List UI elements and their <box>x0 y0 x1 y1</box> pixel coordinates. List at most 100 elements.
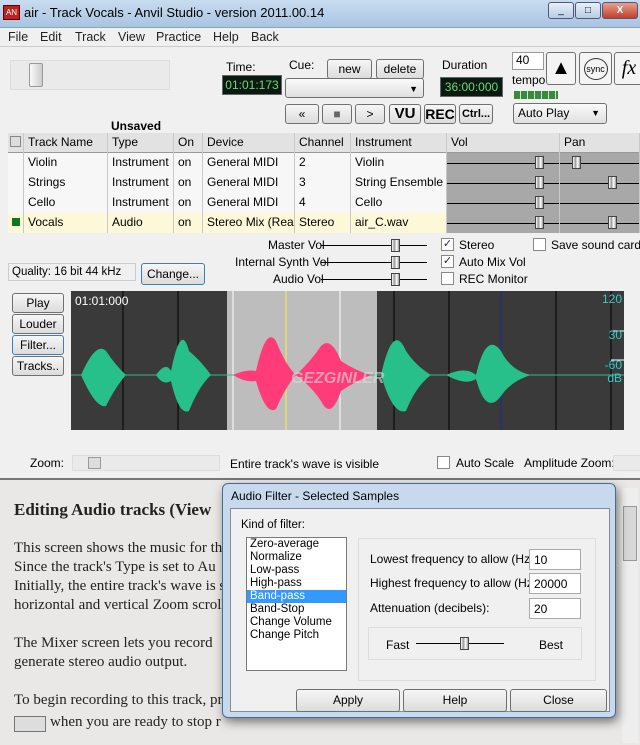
cue-delete-button[interactable]: delete <box>376 59 424 79</box>
filter-option[interactable]: Zero-average <box>247 538 346 551</box>
pan-slider[interactable] <box>560 213 640 233</box>
cell-instrument[interactable]: String Ensemble 1 <box>351 173 447 193</box>
vol-thumb[interactable] <box>535 176 544 189</box>
low-freq-input[interactable]: 10 <box>529 549 581 570</box>
cell-name[interactable]: Violin <box>24 153 108 173</box>
louder-button[interactable]: Louder <box>12 314 64 334</box>
cell-on[interactable]: on <box>174 173 203 193</box>
filter-option[interactable]: Band-pass <box>247 590 346 603</box>
cell-name[interactable]: Vocals <box>24 213 108 233</box>
header-pan[interactable]: Pan <box>560 133 640 153</box>
menu-view[interactable]: View <box>118 30 145 44</box>
apply-button[interactable]: Apply <box>296 689 400 712</box>
header-track-name[interactable]: Track Name <box>24 133 108 153</box>
attenuation-input[interactable]: 20 <box>529 598 581 619</box>
filter-option[interactable]: High-pass <box>247 577 346 590</box>
help-button[interactable]: Help <box>403 689 507 712</box>
table-row[interactable]: Violin Instrument on General MIDI 2 Violin <box>8 153 640 173</box>
master-vol-thumb[interactable] <box>391 239 400 252</box>
play-button[interactable]: > <box>355 104 385 124</box>
cell-name[interactable]: Strings <box>24 173 108 193</box>
close-button[interactable]: X <box>602 2 638 19</box>
select-all-checkbox[interactable] <box>10 136 21 147</box>
header-vol[interactable]: Vol <box>447 133 560 153</box>
change-quality-button[interactable]: Change... <box>141 263 205 285</box>
cell-instrument[interactable]: air_C.wav <box>351 213 447 233</box>
menu-edit[interactable]: Edit <box>40 30 62 44</box>
ctrl-button[interactable]: Ctrl... <box>459 104 493 124</box>
filter-option[interactable]: Low-pass <box>247 564 346 577</box>
pan-thumb[interactable] <box>608 216 617 229</box>
tempo-value[interactable]: 40 <box>512 52 544 70</box>
speed-quality-thumb[interactable] <box>460 637 470 650</box>
auto-mix-checkbox[interactable]: ✓ <box>441 255 454 268</box>
cell-type[interactable]: Instrument <box>108 193 174 213</box>
save-sound-checkbox[interactable] <box>533 238 546 251</box>
stereo-checkbox[interactable]: ✓ <box>441 238 454 251</box>
cell-channel[interactable]: 3 <box>295 173 351 193</box>
cue-new-button[interactable]: new <box>327 59 372 79</box>
menu-track[interactable]: Track <box>75 30 106 44</box>
rec-button[interactable]: REC <box>424 104 456 124</box>
header-on[interactable]: On <box>174 133 203 153</box>
pan-slider[interactable] <box>560 153 640 173</box>
cell-channel[interactable]: Stereo <box>295 213 351 233</box>
vol-thumb[interactable] <box>535 156 544 169</box>
zoom-scrollbar[interactable] <box>72 455 220 471</box>
zoom-thumb[interactable] <box>88 457 101 469</box>
filter-button[interactable]: Filter... <box>12 335 64 355</box>
cue-dropdown[interactable]: ▼ <box>285 78 424 98</box>
cell-device[interactable]: General MIDI <box>203 193 295 213</box>
cell-device[interactable]: Stereo Mix (Realte <box>203 213 295 233</box>
auto-scale-checkbox[interactable] <box>437 456 450 469</box>
tracks-button[interactable]: Tracks.. <box>12 356 64 376</box>
table-row[interactable]: Strings Instrument on General MIDI 3 String E… <box>8 173 640 193</box>
close-dialog-button[interactable]: Close <box>510 689 607 712</box>
pan-thumb[interactable] <box>608 176 617 189</box>
menu-help[interactable]: Help <box>213 30 239 44</box>
vol-thumb[interactable] <box>535 216 544 229</box>
filter-listbox[interactable]: Zero-average Normalize Low-pass High-pass Ba… <box>246 537 347 671</box>
rewind-button[interactable]: « <box>285 104 319 124</box>
table-row[interactable]: Cello Instrument on General MIDI 4 Cello <box>8 193 640 213</box>
vol-thumb[interactable] <box>535 196 544 209</box>
synth-vol-slider[interactable] <box>321 262 427 263</box>
vol-slider[interactable] <box>447 213 560 233</box>
play-wave-button[interactable]: Play <box>12 293 64 313</box>
header-device[interactable]: Device <box>203 133 295 153</box>
help-scrollbar[interactable] <box>622 488 638 743</box>
minimize-button[interactable]: _ <box>548 2 574 19</box>
cell-device[interactable]: General MIDI <box>203 153 295 173</box>
vol-slider[interactable] <box>447 173 560 193</box>
fx-button[interactable]: fx <box>614 52 640 85</box>
vol-slider[interactable] <box>447 193 560 213</box>
master-vol-slider[interactable] <box>321 245 427 246</box>
filter-option[interactable]: Change Volume <box>247 616 346 629</box>
menu-file[interactable]: File <box>8 30 28 44</box>
cell-name[interactable]: Cello <box>24 193 108 213</box>
cell-type[interactable]: Instrument <box>108 173 174 193</box>
audio-vol-thumb[interactable] <box>391 273 400 286</box>
position-scrollbar[interactable] <box>10 60 170 90</box>
cell-instrument[interactable]: Cello <box>351 193 447 213</box>
cell-instrument[interactable]: Violin <box>351 153 447 173</box>
cell-on[interactable]: on <box>174 193 203 213</box>
menu-back[interactable]: Back <box>251 30 279 44</box>
menu-practice[interactable]: Practice <box>156 30 201 44</box>
vol-slider[interactable] <box>447 153 560 173</box>
stop-button[interactable]: ■ <box>322 104 352 124</box>
cell-device[interactable]: General MIDI <box>203 173 295 193</box>
filter-option[interactable]: Normalize <box>247 551 346 564</box>
cell-type[interactable]: Instrument <box>108 153 174 173</box>
metronome-button[interactable]: ▲ <box>546 52 576 85</box>
rec-monitor-checkbox[interactable] <box>441 272 454 285</box>
table-row[interactable]: VocalsAudioonStereo Mix (RealteStereoair… <box>8 213 640 233</box>
help-scroll-thumb[interactable] <box>623 506 637 561</box>
amplitude-zoom-scrollbar[interactable] <box>613 455 640 471</box>
waveform-view[interactable]: GEZGINLER 01:01:000 120 30 -60 dB <box>71 291 624 430</box>
high-freq-input[interactable]: 20000 <box>529 573 581 594</box>
cell-type[interactable]: Audio <box>108 213 174 233</box>
header-type[interactable]: Type <box>108 133 174 153</box>
vu-button[interactable]: VU <box>389 104 421 124</box>
synth-vol-thumb[interactable] <box>391 256 400 269</box>
